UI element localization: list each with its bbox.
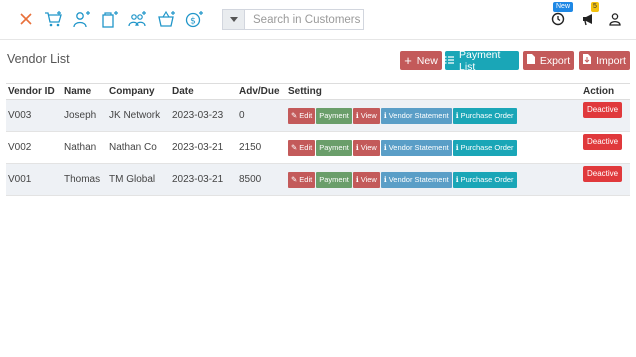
caret-down-icon[interactable] (223, 10, 245, 29)
edit-button[interactable]: ✎ Edit (288, 107, 316, 124)
adv-due-cell: 8500 (237, 163, 286, 196)
plus-icon: + (404, 52, 412, 68)
purchase-order-button[interactable]: ℹ Purchase Order (452, 139, 517, 156)
info-icon: ℹ (383, 175, 387, 184)
adv-due-cell: 2150 (237, 131, 286, 164)
column-header[interactable]: Name (62, 83, 107, 100)
column-header: Setting (286, 83, 581, 100)
search-bar (222, 9, 364, 30)
action-cell: Deactive (581, 131, 630, 164)
svg-text:$: $ (190, 17, 196, 27)
company-cell: Nathan Co (107, 131, 170, 164)
info-icon: ℹ (355, 143, 359, 152)
column-header[interactable]: Vendor ID (6, 83, 62, 100)
vendor-table: Vendor ID Name Company Date Adv/Due Sett… (6, 83, 630, 196)
payment-button[interactable]: Payment (316, 171, 352, 188)
top-toolbar: $ New 5 (0, 0, 636, 40)
currency-icon[interactable]: $ (185, 8, 205, 30)
file-export-icon (526, 54, 535, 67)
info-icon: ℹ (383, 111, 387, 120)
column-header[interactable]: Company (107, 83, 170, 100)
info-icon: ℹ (455, 143, 459, 152)
import-button[interactable]: Import (579, 51, 630, 70)
adv-due-cell: 0 (237, 99, 286, 132)
vendor-id-cell: V003 (6, 99, 62, 132)
vendor-statement-button[interactable]: ℹ Vendor Statement (380, 139, 452, 156)
list-icon (445, 55, 454, 67)
page-title: Vendor List (7, 52, 70, 66)
file-import-icon (583, 54, 592, 67)
add-to-cart-icon[interactable] (44, 8, 64, 30)
vendor-id-cell: V001 (6, 163, 62, 196)
setting-cell: ✎ Edit Payment ℹ View ℹ Vendor Statement ℹ Purch… (286, 163, 581, 196)
user-icon[interactable] (605, 8, 625, 30)
purchase-order-button[interactable]: ℹ Purchase Order (452, 107, 517, 124)
close-icon[interactable] (16, 8, 36, 30)
date-cell: 2023-03-21 (170, 163, 237, 196)
payment-list-button[interactable]: Payment List (445, 49, 519, 73)
vendor-statement-button[interactable]: ℹ Vendor Statement (380, 107, 452, 124)
add-group-icon[interactable] (128, 8, 148, 30)
payment-button[interactable]: Payment (316, 139, 352, 156)
column-header[interactable]: Adv/Due (237, 83, 286, 100)
add-user-icon[interactable] (72, 8, 92, 30)
deactive-button[interactable]: Deactive (583, 101, 623, 118)
company-cell: TM Global (107, 163, 170, 196)
action-cell: Deactive (581, 99, 630, 132)
notification-badge: 5 (591, 2, 599, 12)
edit-icon: ✎ (291, 143, 298, 152)
search-input[interactable] (245, 10, 363, 29)
vendor-statement-button[interactable]: ℹ Vendor Statement (380, 171, 452, 188)
export-button[interactable]: Export (523, 51, 574, 70)
deactive-button[interactable]: Deactive (583, 133, 623, 150)
view-button[interactable]: ℹ View (352, 107, 380, 124)
new-badge: New (553, 2, 574, 12)
table-row: V003 Joseph JK Network 2023-03-23 0 ✎ Edi… (6, 99, 630, 132)
date-cell: 2023-03-21 (170, 131, 237, 164)
column-header: Action (581, 83, 630, 100)
name-cell: Nathan (62, 131, 107, 164)
column-header[interactable]: Date (170, 83, 237, 100)
action-cell: Deactive (581, 163, 630, 196)
payment-button[interactable]: Payment (316, 107, 352, 124)
company-cell: JK Network (107, 99, 170, 132)
table-header-row: Vendor ID Name Company Date Adv/Due Sett… (6, 83, 630, 100)
edit-icon: ✎ (291, 111, 298, 120)
table-row: V002 Nathan Nathan Co 2023-03-21 2150 ✎ E… (6, 131, 630, 164)
date-cell: 2023-03-23 (170, 99, 237, 132)
info-icon: ℹ (355, 175, 359, 184)
add-product-icon[interactable] (100, 8, 120, 30)
new-button[interactable]: + New (400, 51, 442, 70)
vendor-id-cell: V002 (6, 131, 62, 164)
info-icon: ℹ (383, 143, 387, 152)
info-icon: ℹ (355, 111, 359, 120)
name-cell: Thomas (62, 163, 107, 196)
setting-cell: ✎ Edit Payment ℹ View ℹ Vendor Statement ℹ Purch… (286, 99, 581, 132)
edit-button[interactable]: ✎ Edit (288, 139, 316, 156)
purchase-order-button[interactable]: ℹ Purchase Order (452, 171, 517, 188)
basket-icon[interactable] (157, 8, 177, 30)
edit-button[interactable]: ✎ Edit (288, 171, 316, 188)
info-icon: ℹ (455, 111, 459, 120)
name-cell: Joseph (62, 99, 107, 132)
view-button[interactable]: ℹ View (352, 139, 380, 156)
view-button[interactable]: ℹ View (352, 171, 380, 188)
deactive-button[interactable]: Deactive (583, 165, 623, 182)
edit-icon: ✎ (291, 175, 298, 184)
info-icon: ℹ (455, 175, 459, 184)
table-row: V001 Thomas TM Global 2023-03-21 8500 ✎ E… (6, 163, 630, 196)
setting-cell: ✎ Edit Payment ℹ View ℹ Vendor Statement ℹ Purch… (286, 131, 581, 164)
